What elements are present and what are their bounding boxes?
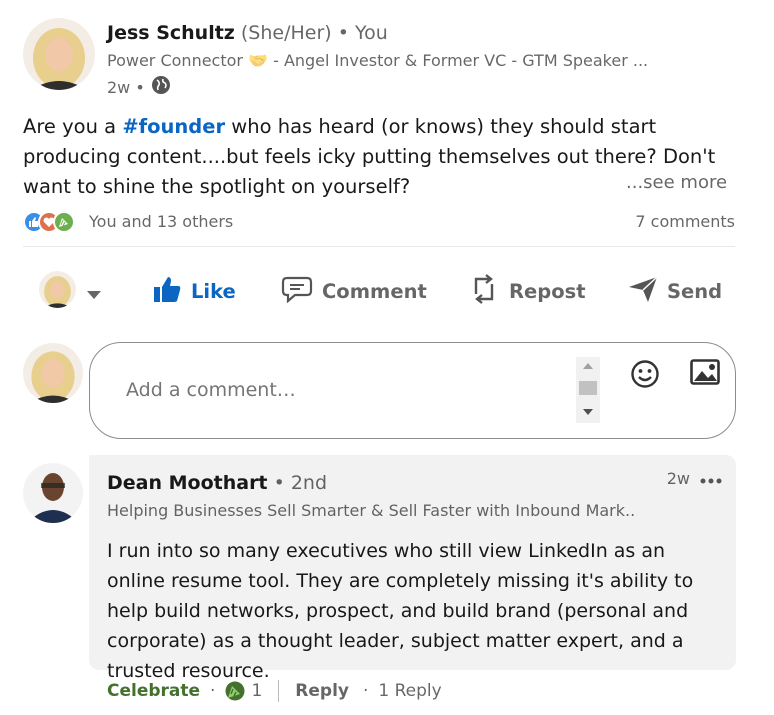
comment-composer[interactable] (89, 342, 736, 439)
comment-button[interactable]: Comment (281, 266, 427, 316)
reply-button[interactable]: Reply (295, 681, 349, 701)
post-text-before: Are you a (23, 115, 123, 138)
comment-card: Dean Moothart • 2nd 2w Helping Businesse… (89, 455, 736, 682)
action-bar: Like Comment Repost Send (0, 266, 774, 316)
commenter-name[interactable]: Dean Moothart (107, 472, 268, 494)
posted-time: 2w • (107, 77, 145, 97)
comment-meta: 2w (667, 469, 722, 488)
comment-actions: Celebrate · 1 Reply · 1 Reply (107, 679, 442, 703)
see-more-link[interactable]: ...see more (622, 172, 728, 193)
image-icon[interactable] (690, 359, 720, 389)
author-avatar[interactable] (23, 18, 95, 90)
like-button[interactable]: Like (152, 266, 236, 316)
comment-icon (281, 275, 313, 308)
author-line: Jess Schultz (She/Her) • You (107, 22, 388, 44)
divider (278, 680, 280, 702)
post-timestamp: 2w • (107, 75, 171, 99)
emoji-icon[interactable] (630, 359, 660, 393)
separator-dot: · (210, 681, 216, 701)
send-button[interactable]: Send (628, 266, 722, 316)
hashtag-link[interactable]: #founder (122, 115, 225, 138)
comment-text: I run into so many executives who still … (107, 540, 694, 682)
my-avatar[interactable] (23, 343, 83, 403)
connection-degree: • 2nd (273, 472, 328, 494)
author-pronouns: (She/Her) (240, 22, 332, 44)
repost-button[interactable]: Repost (468, 266, 586, 316)
comment-label: Comment (322, 279, 427, 303)
comment-scrollbar[interactable] (576, 357, 600, 423)
comment-time: 2w (666, 469, 690, 488)
celebrate-button[interactable]: Celebrate (107, 681, 200, 701)
celebrate-reaction-icon (53, 211, 75, 233)
celebrate-reaction-icon (225, 681, 245, 701)
send-icon (628, 275, 658, 308)
commenter-line: Dean Moothart • 2nd (107, 472, 327, 494)
commenter-avatar[interactable] (23, 463, 83, 523)
repost-icon (468, 272, 500, 311)
like-label: Like (191, 279, 236, 303)
author-name[interactable]: Jess Schultz (107, 22, 235, 44)
comment-input[interactable] (126, 379, 546, 401)
commenter-headline: Helping Businesses Sell Smarter & Sell F… (107, 501, 637, 520)
reaction-icons[interactable] (23, 211, 75, 233)
divider (23, 246, 735, 247)
author-headline: Power Connector 🤝 - Angel Investor & For… (107, 51, 649, 70)
comment-reaction-count[interactable]: 1 (251, 681, 262, 701)
reactions-summary[interactable]: You and 13 others (89, 212, 233, 231)
comments-count[interactable]: 7 comments (635, 212, 735, 231)
send-label: Send (667, 279, 723, 303)
reply-count[interactable]: 1 Reply (378, 681, 441, 701)
globe-icon (151, 75, 171, 99)
more-options-icon[interactable] (700, 469, 722, 488)
repost-label: Repost (509, 279, 586, 303)
author-relation: • You (337, 22, 388, 44)
separator-dot: · (362, 681, 369, 701)
thumbs-up-icon (152, 275, 182, 308)
